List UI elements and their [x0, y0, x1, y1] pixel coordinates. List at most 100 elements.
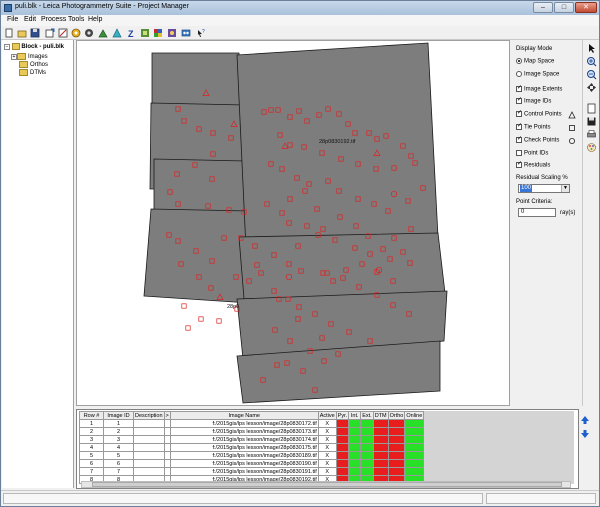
cell-description[interactable]: [133, 459, 165, 468]
dtm-icon[interactable]: [98, 28, 108, 38]
image-footprints[interactable]: 28p0830192.tif 28p0: [77, 41, 509, 405]
cell-image-name[interactable]: f:/2015gis/lps lesson/image/28p0830190.t…: [169, 459, 319, 468]
tie-point-marker[interactable]: [216, 318, 222, 324]
cell-filler[interactable]: [423, 443, 575, 452]
menu-file[interactable]: File: [7, 16, 18, 23]
map-space-radio[interactable]: Map Space: [516, 58, 554, 65]
cell-online[interactable]: [404, 451, 425, 460]
minimize-button[interactable]: –: [533, 2, 553, 13]
cell-image-id[interactable]: 7: [103, 467, 134, 476]
cell-description[interactable]: [133, 419, 165, 428]
control-points-checkbox[interactable]: Control Points: [516, 109, 562, 118]
chevron-down-icon[interactable]: ▼: [561, 185, 569, 192]
cell-description[interactable]: [133, 443, 165, 452]
checkbox-icon[interactable]: [516, 135, 522, 143]
cell-row[interactable]: 6: [79, 459, 104, 468]
z-icon[interactable]: Z: [126, 28, 136, 38]
table-row[interactable]: 2 2 f:/2015gis/lps lesson/image/28p0830173…: [79, 427, 575, 436]
cell-online[interactable]: [404, 427, 425, 436]
cell-ext[interactable]: [360, 459, 374, 468]
cell-int[interactable]: [348, 443, 362, 452]
cell-online[interactable]: [404, 443, 425, 452]
print-icon[interactable]: [586, 129, 597, 140]
col-image-name[interactable]: Image Name: [169, 411, 319, 420]
col-row[interactable]: Row #: [79, 411, 104, 420]
table-row[interactable]: 5 5 f:/2015gis/lps lesson/image/28p0830189…: [79, 451, 575, 460]
col-active[interactable]: Active: [317, 411, 337, 420]
save-icon[interactable]: [30, 28, 40, 38]
cell-image-name[interactable]: f:/2015gis/lps lesson/image/28p0830172.t…: [169, 419, 319, 428]
scroll-thumb[interactable]: [92, 482, 562, 487]
feature-icon[interactable]: [167, 28, 177, 38]
cell-ortho[interactable]: [387, 443, 406, 452]
cell-description[interactable]: [133, 467, 165, 476]
cell-pyr[interactable]: [335, 459, 350, 468]
triangulation-icon[interactable]: [112, 28, 122, 38]
cell-image-id[interactable]: 3: [103, 435, 134, 444]
cell-int[interactable]: [348, 427, 362, 436]
collapse-icon[interactable]: −: [4, 43, 10, 50]
cell-pyr[interactable]: [335, 419, 350, 428]
cell-pyr[interactable]: [335, 451, 350, 460]
table-row[interactable]: 3 3 f:/2015gis/lps lesson/image/28p0830174…: [79, 435, 575, 444]
cell-filler[interactable]: [423, 451, 575, 460]
col-int[interactable]: Int.: [348, 411, 362, 420]
radio-icon[interactable]: [516, 71, 522, 77]
cell-active[interactable]: X: [317, 435, 337, 444]
cell-online[interactable]: [404, 419, 425, 428]
cell-int[interactable]: [348, 451, 362, 460]
cell-dtm[interactable]: [372, 451, 389, 460]
col-image-id[interactable]: Image ID: [103, 411, 134, 420]
map-view-canvas[interactable]: 28p0830192.tif 28p0: [76, 40, 510, 406]
cell-online[interactable]: [404, 467, 425, 476]
tie-points-checkbox[interactable]: Tie Points: [516, 122, 550, 131]
cell-dtm[interactable]: [372, 443, 389, 452]
cell-ext[interactable]: [360, 419, 374, 428]
image-extents-checkbox[interactable]: Image Extents: [516, 84, 562, 93]
ortho-icon[interactable]: [140, 28, 150, 38]
checkbox-icon[interactable]: [516, 96, 522, 104]
checkbox-icon[interactable]: [516, 109, 522, 117]
horizontal-scrollbar[interactable]: [81, 481, 571, 488]
cell-pyr[interactable]: [335, 443, 350, 452]
cell-pyr[interactable]: [335, 467, 350, 476]
cell-int[interactable]: [348, 419, 362, 428]
cell-image-id[interactable]: 6: [103, 459, 134, 468]
cell-image-name[interactable]: f:/2015gis/lps lesson/image/28p0830189.t…: [169, 451, 319, 460]
cell-filler[interactable]: [423, 467, 575, 476]
image-space-radio[interactable]: Image Space: [516, 71, 559, 78]
residual-scaling-dropdown[interactable]: 100 ▼: [518, 184, 570, 193]
cell-active[interactable]: X: [317, 459, 337, 468]
radio-icon[interactable]: [516, 58, 522, 64]
cell-dtm[interactable]: [372, 459, 389, 468]
cell-ext[interactable]: [360, 467, 374, 476]
new-icon[interactable]: [4, 28, 14, 38]
check-points-checkbox[interactable]: Check Points: [516, 135, 559, 144]
col-pyr[interactable]: Pyr.: [335, 411, 350, 420]
cell-int[interactable]: [348, 467, 362, 476]
image-ids-checkbox[interactable]: Image IDs: [516, 96, 551, 105]
cell-image-id[interactable]: 5: [103, 451, 134, 460]
cell-row[interactable]: 1: [79, 419, 104, 428]
checkbox-icon[interactable]: [516, 122, 522, 130]
cell-row[interactable]: 5: [79, 451, 104, 460]
arrow-down-icon[interactable]: [580, 429, 590, 439]
table-row[interactable]: 4 4 f:/2015gis/lps lesson/image/28p0830175…: [79, 443, 575, 452]
table-row[interactable]: 7 7 f:/2015gis/lps lesson/image/28p0830191…: [79, 467, 575, 476]
menu-help[interactable]: Help: [88, 16, 102, 23]
col-ortho[interactable]: Ortho: [387, 411, 406, 420]
tree-item-dtms[interactable]: DTMs: [19, 69, 46, 76]
stereo-icon[interactable]: [181, 28, 191, 38]
cell-image-name[interactable]: f:/2015gis/lps lesson/image/28p0830175.t…: [169, 443, 319, 452]
page-icon[interactable]: [586, 103, 597, 114]
maximize-button[interactable]: □: [554, 2, 574, 13]
cell-online[interactable]: [404, 435, 425, 444]
title-bar[interactable]: puli.blk - Leica Photogrammetry Suite - …: [1, 1, 599, 15]
zoom-in-icon[interactable]: [586, 56, 597, 67]
col-online[interactable]: Online: [404, 411, 425, 420]
tree-item-images[interactable]: + Images: [11, 53, 48, 60]
settings-icon[interactable]: [84, 28, 94, 38]
cell-dtm[interactable]: [372, 435, 389, 444]
cell-dtm[interactable]: [372, 419, 389, 428]
cell-ortho[interactable]: [387, 459, 406, 468]
